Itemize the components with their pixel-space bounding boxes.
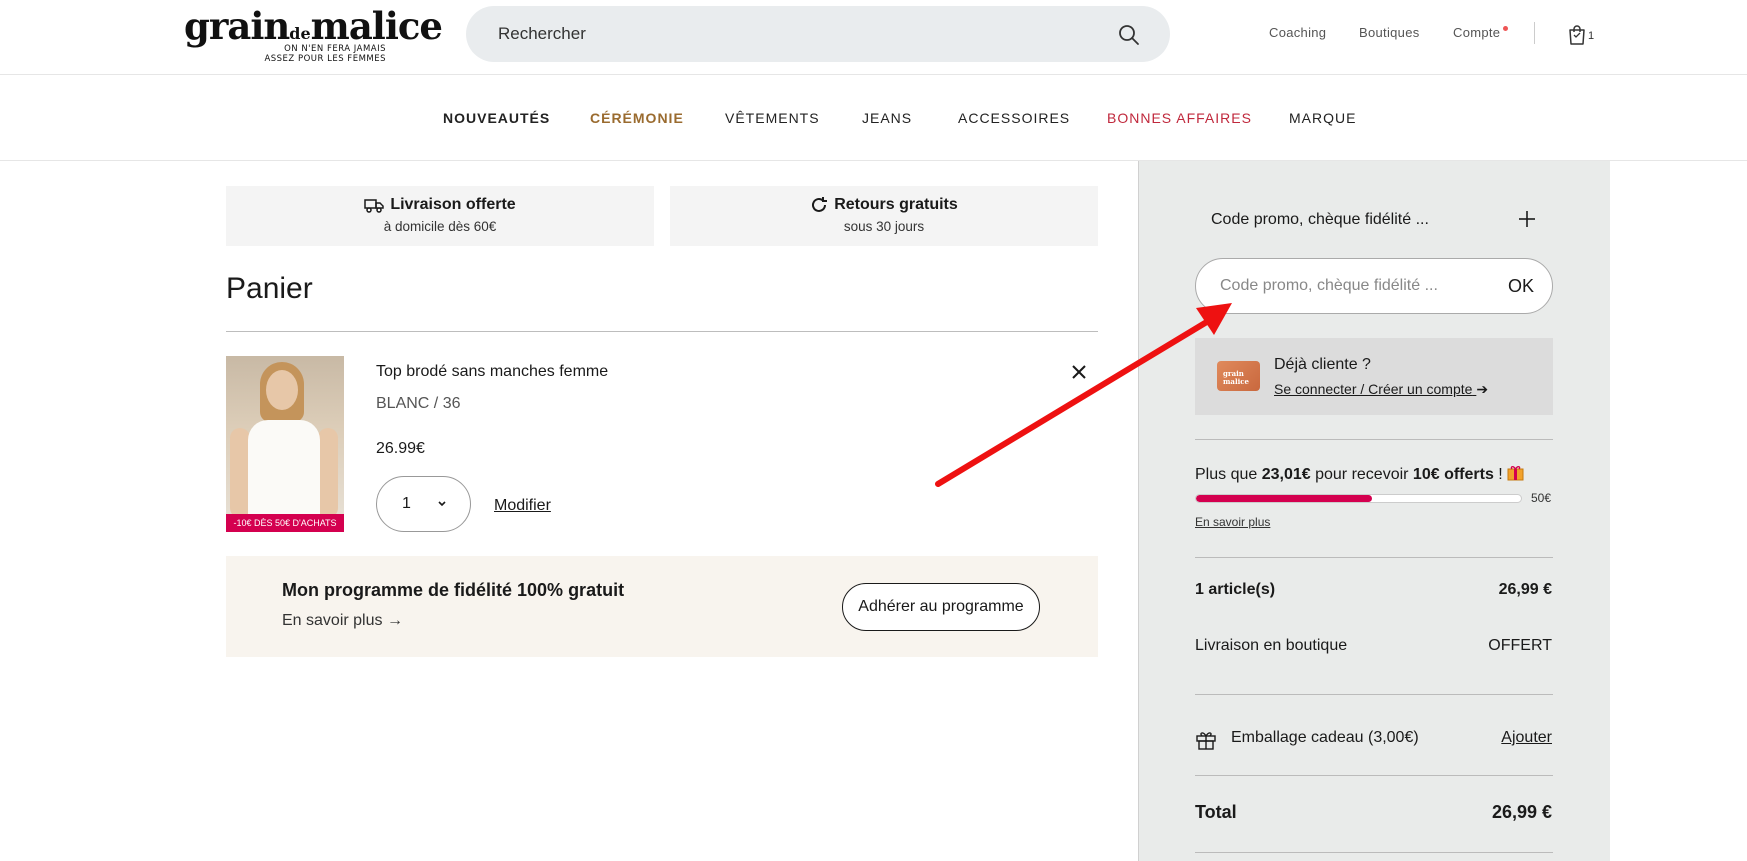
annotation-arrow [935, 303, 1232, 487]
